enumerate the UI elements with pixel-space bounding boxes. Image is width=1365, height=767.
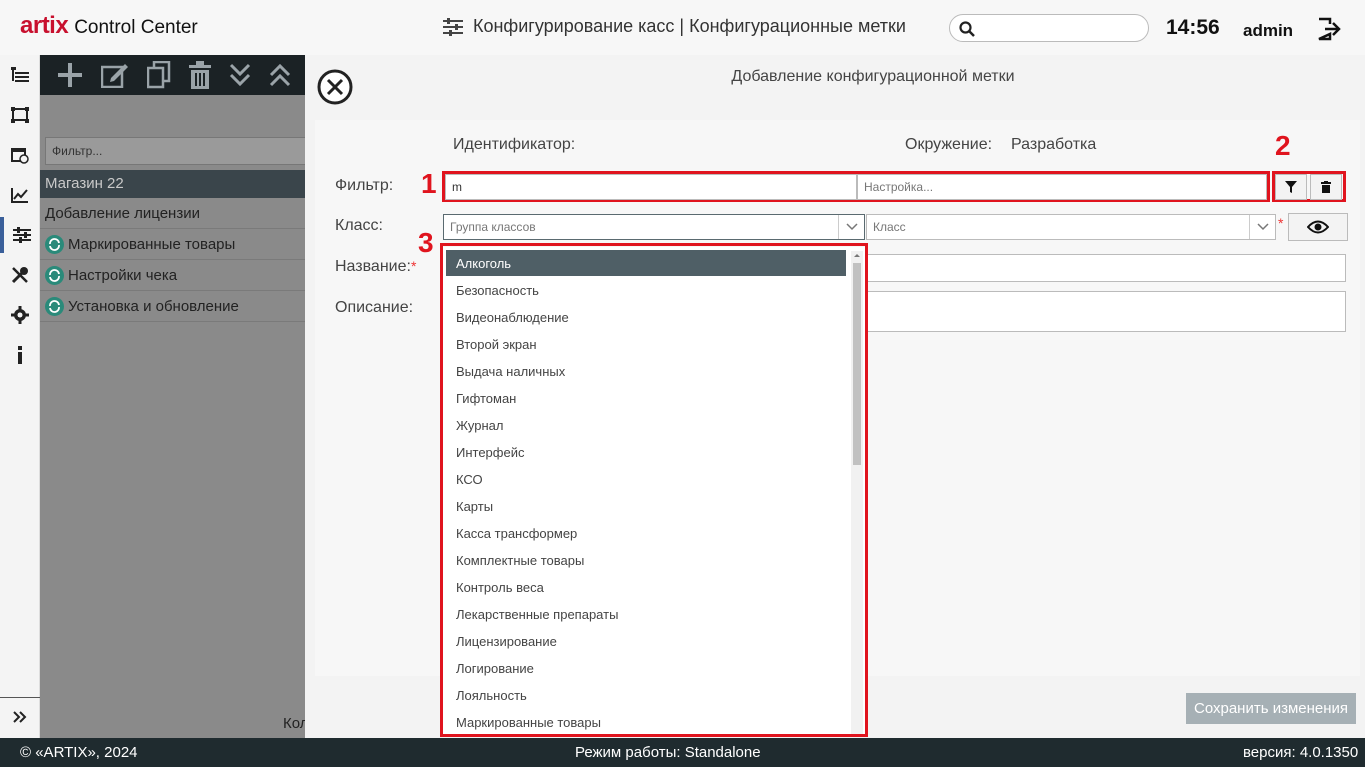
sliders-icon: [443, 17, 463, 36]
view-class-button[interactable]: [1288, 213, 1348, 241]
tree-row-label: Добавление лицензии: [45, 204, 200, 222]
artix-logo[interactable]: artix Control Center: [20, 12, 198, 40]
logo-artix-text: artix: [20, 12, 69, 39]
name-label: Название:*: [335, 258, 416, 276]
tree-row[interactable]: Маркированные товары: [40, 229, 305, 260]
screen-icon[interactable]: [0, 97, 40, 133]
annotation-2: 2: [1275, 130, 1291, 161]
search-box[interactable]: [949, 14, 1149, 42]
sync-icon: [45, 296, 64, 316]
class-placeholder: Класс: [873, 220, 906, 234]
calendar-icon[interactable]: [0, 137, 40, 173]
trash-icon: [1321, 181, 1331, 193]
clock: 14:56: [1166, 16, 1220, 39]
class-label: Класс:: [335, 217, 383, 234]
filter-icon: [1285, 181, 1297, 193]
eye-icon: [1307, 220, 1329, 234]
copy-icon[interactable]: [147, 61, 171, 89]
expand-all-icon[interactable]: [229, 63, 251, 87]
add-label-modal: Добавление конфигурационной метки Иденти…: [305, 55, 1365, 738]
search-icon: [959, 21, 975, 37]
class-group-select[interactable]: Группа классов: [443, 214, 865, 240]
class-select[interactable]: Класс: [866, 214, 1276, 240]
filter-input[interactable]: m: [445, 174, 857, 200]
modal-title: Добавление конфигурационной метки: [731, 68, 1015, 85]
page-title: Конфигурирование касс | Конфигурационные…: [443, 16, 906, 37]
tree-toolbar: [40, 55, 305, 95]
chart-icon[interactable]: [0, 177, 40, 213]
tree-filter-input[interactable]: Фильтр...: [45, 137, 305, 165]
collapse-all-icon[interactable]: [269, 63, 291, 87]
gear-icon[interactable]: [0, 297, 40, 333]
chevron-down-icon: [838, 215, 864, 239]
annotation-1: 1: [421, 168, 437, 199]
tree-icon[interactable]: [0, 57, 40, 93]
double-chevron-right-icon: [13, 710, 27, 723]
left-nav: [0, 55, 40, 738]
identifier-label: Идентификатор:: [453, 136, 576, 153]
environment-value: Разработка: [1011, 136, 1097, 153]
class-group-placeholder: Группа классов: [450, 220, 536, 234]
tree-panel: Фильтр... Магазин 22 Добавление лицензии…: [40, 55, 305, 738]
expand-nav-button[interactable]: [0, 697, 40, 735]
filter-label: Фильтр:: [335, 177, 394, 194]
environment-label: Окружение:: [905, 136, 993, 153]
edit-icon[interactable]: [101, 62, 129, 88]
clear-filter-button[interactable]: [1310, 174, 1342, 200]
add-icon[interactable]: [57, 62, 83, 88]
chevron-down-icon: [1249, 215, 1275, 239]
tree-row-label: Настройки чека: [68, 266, 178, 284]
sync-icon: [45, 265, 64, 285]
version: версия: 4.0.1350: [1243, 744, 1359, 761]
copyright: © «ARTIX», 2024: [20, 744, 138, 761]
page-title-text: Конфигурирование касс | Конфигурационные…: [473, 16, 906, 36]
info-icon[interactable]: [0, 337, 40, 373]
logout-button[interactable]: [1316, 17, 1342, 46]
name-label-text: Название:: [335, 258, 411, 275]
logout-icon: [1318, 17, 1341, 41]
class-required-mark: *: [1278, 215, 1284, 231]
footer: © «ARTIX», 2024 Режим работы: Standalone…: [0, 738, 1365, 767]
sync-icon: [45, 234, 64, 254]
tools-icon[interactable]: [0, 257, 40, 293]
annotation-box-3: [440, 243, 868, 737]
tree-group-header[interactable]: Магазин 22: [40, 170, 305, 198]
tree-row[interactable]: Настройки чека: [40, 260, 305, 291]
app-header: artix Control Center Конфигурирование ка…: [0, 0, 1365, 55]
apply-filter-button[interactable]: [1275, 174, 1307, 200]
work-mode: Режим работы: Standalone: [575, 744, 761, 761]
save-button[interactable]: Сохранить изменения: [1186, 693, 1356, 724]
delete-icon[interactable]: [189, 61, 211, 89]
annotation-3: 3: [418, 227, 434, 258]
tree-row-label: Маркированные товары: [68, 235, 236, 253]
description-label: Описание:: [335, 299, 414, 316]
sliders-icon[interactable]: [0, 217, 40, 253]
name-required-mark: *: [410, 258, 417, 274]
tree-row-label: Установка и обновление: [68, 297, 239, 315]
app-title: Control Center: [74, 17, 198, 38]
tree-count-label: Кол: [283, 715, 305, 732]
tree-row[interactable]: Установка и обновление: [40, 291, 305, 322]
filter-setting-input[interactable]: Настройка...: [857, 174, 1267, 200]
username[interactable]: admin: [1243, 21, 1293, 41]
search-input[interactable]: [982, 19, 1137, 37]
tree-row[interactable]: Добавление лицензии: [40, 198, 305, 229]
